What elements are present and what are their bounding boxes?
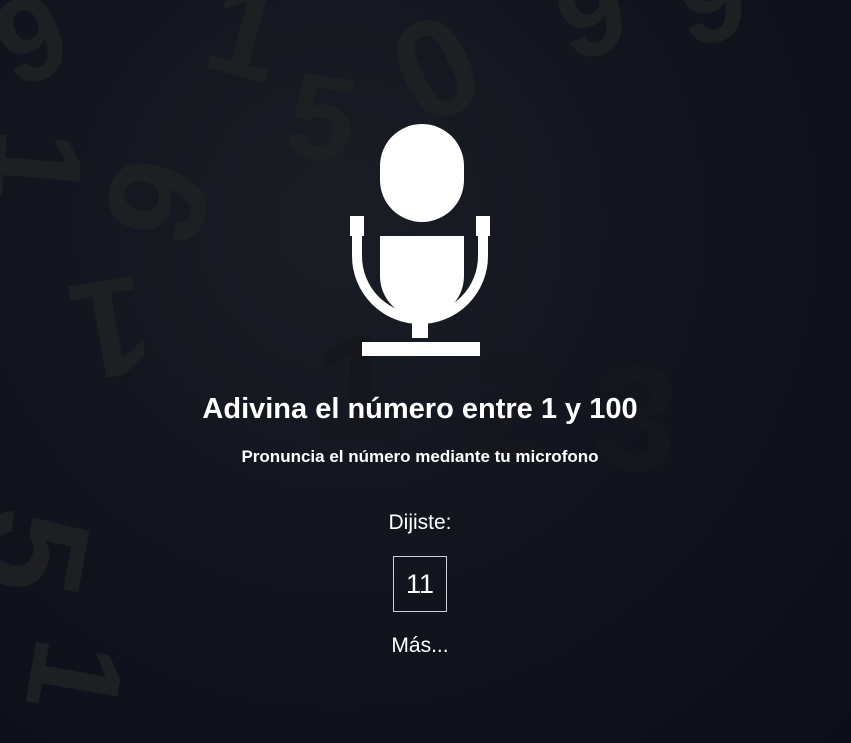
said-label: Dijiste:	[388, 511, 452, 534]
said-value-box: 11	[393, 556, 447, 612]
hint-text: Más...	[391, 634, 449, 657]
game-title: Adivina el número entre 1 y 100	[202, 393, 638, 425]
main-content: Adivina el número entre 1 y 100 Pronunci…	[0, 0, 851, 743]
game-instruction: Pronuncia el número mediante tu microfon…	[241, 447, 599, 466]
microphone-icon	[350, 124, 490, 356]
game-screen: 9 1 5 0 9 9 1 9 1 5 1 1 2 3 Adivina el n…	[0, 0, 851, 743]
